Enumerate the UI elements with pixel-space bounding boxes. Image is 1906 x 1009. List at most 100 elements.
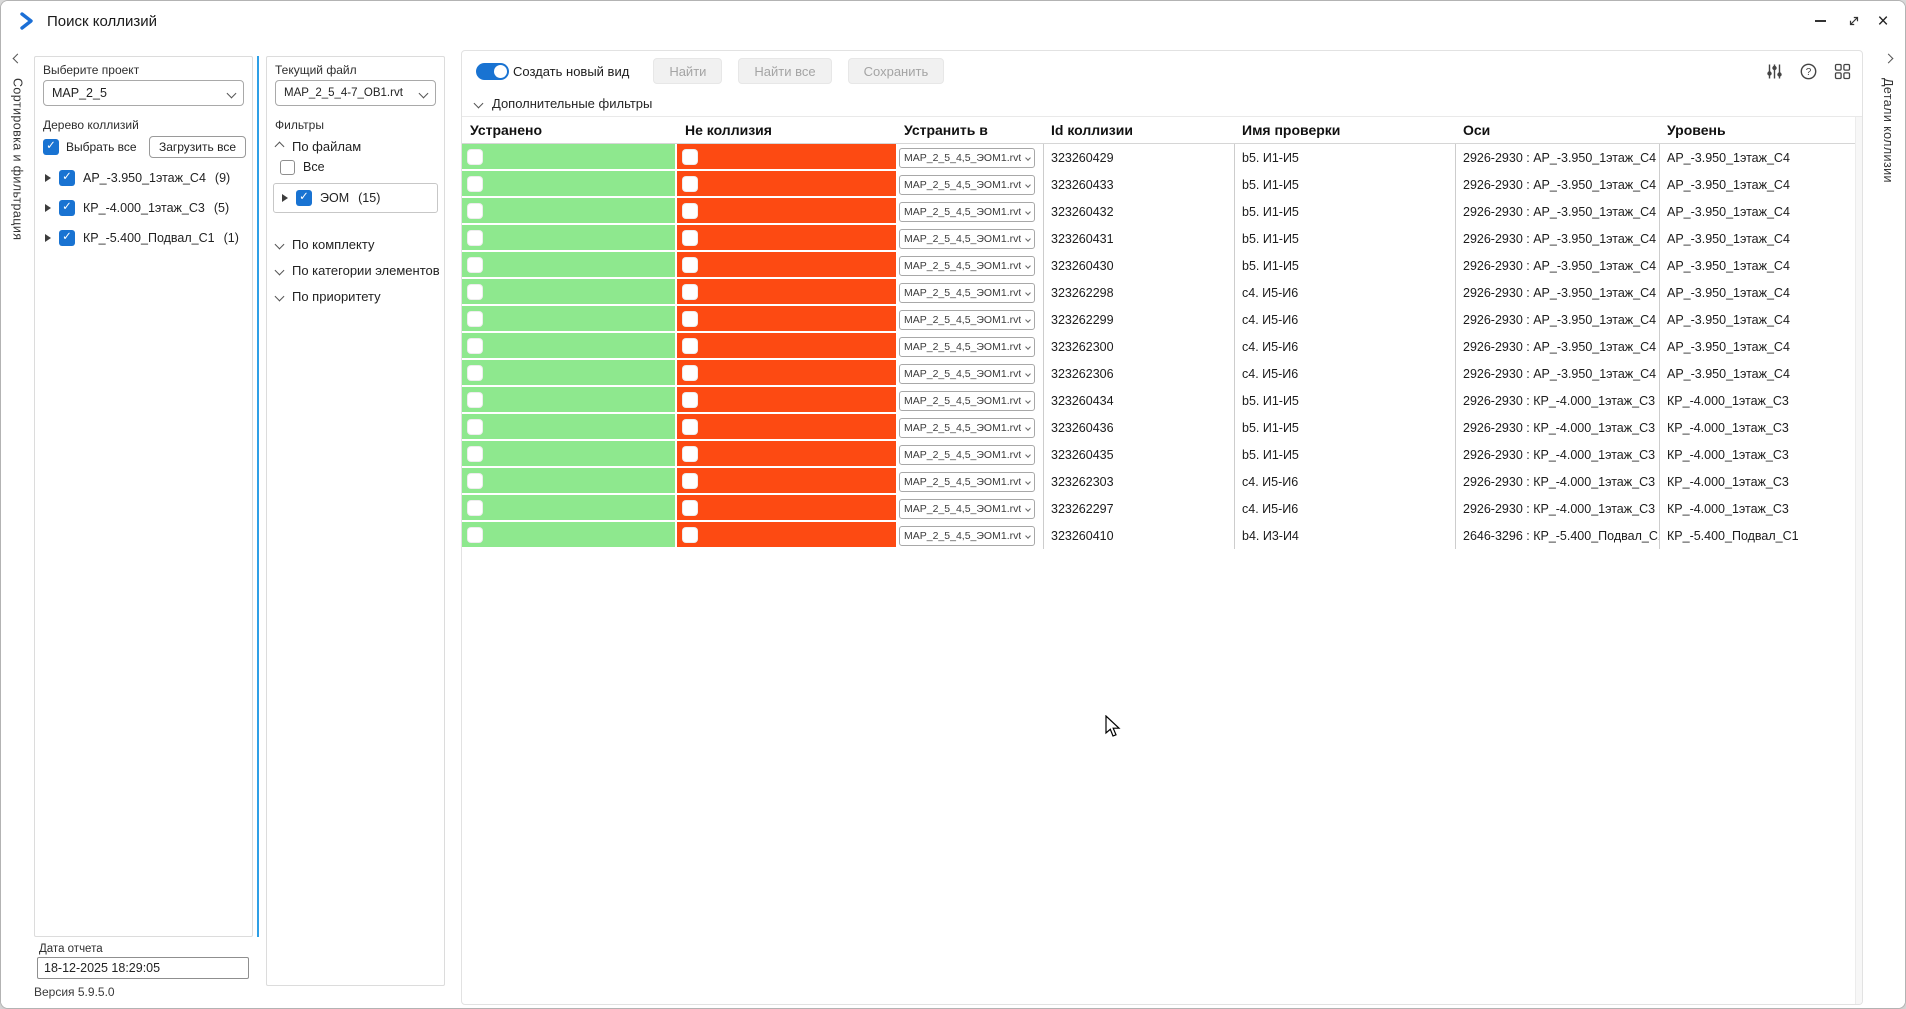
create-view-toggle[interactable]	[476, 62, 509, 80]
resolved-checkbox[interactable]	[467, 418, 483, 435]
fix-in-select[interactable]: MAP_2_5_4,5_ЭОМ1.rvt	[899, 498, 1035, 519]
save-button[interactable]: Сохранить	[847, 58, 945, 84]
fix-in-select[interactable]: MAP_2_5_4,5_ЭОМ1.rvt	[899, 309, 1035, 330]
resolved-checkbox[interactable]	[467, 175, 483, 192]
resolved-checkbox[interactable]	[467, 445, 483, 462]
collision-id-cell[interactable]: 323260429	[1043, 144, 1234, 171]
column-header-axes[interactable]: Оси	[1455, 122, 1659, 138]
tree-item[interactable]: КР_-5.400_Подвал_С1 (1)	[35, 223, 252, 253]
project-select[interactable]: MAP_2_5	[43, 80, 244, 106]
fix-in-select[interactable]: MAP_2_5_4,5_ЭОМ1.rvt	[899, 444, 1035, 465]
resolved-checkbox[interactable]	[467, 229, 483, 246]
collapse-right-icon[interactable]	[1883, 53, 1893, 64]
collision-id-cell[interactable]: 323262297	[1043, 495, 1234, 522]
column-header-resolved[interactable]: Устранено	[462, 122, 677, 138]
panel-splitter[interactable]	[257, 56, 259, 937]
grid-view-icon[interactable]	[1833, 62, 1852, 81]
file-filter-item[interactable]: ЭОМ (15)	[273, 183, 438, 213]
fix-in-select[interactable]: MAP_2_5_4,5_ЭОМ1.rvt	[899, 417, 1035, 438]
all-files-row[interactable]: Все	[267, 157, 444, 177]
fix-in-select[interactable]: MAP_2_5_4,5_ЭОМ1.rvt	[899, 390, 1035, 411]
collision-id-cell[interactable]: 323260436	[1043, 414, 1234, 441]
not-collision-checkbox[interactable]	[682, 418, 698, 435]
collision-id-cell[interactable]: 323262299	[1043, 306, 1234, 333]
column-header-not-collision[interactable]: Не коллизия	[677, 122, 896, 138]
left-rail-label[interactable]: Сортировка и фильтрация	[11, 78, 25, 240]
not-collision-checkbox[interactable]	[682, 148, 698, 165]
vertical-scrollbar[interactable]	[1855, 117, 1862, 1004]
maximize-button[interactable]	[1837, 1, 1871, 41]
collision-id-cell[interactable]: 323262298	[1043, 279, 1234, 306]
close-button[interactable]: ×	[1871, 1, 1905, 41]
fix-in-select[interactable]: MAP_2_5_4,5_ЭОМ1.rvt	[899, 201, 1035, 222]
tree-item-checkbox[interactable]	[59, 230, 75, 246]
not-collision-checkbox[interactable]	[682, 229, 698, 246]
expander-icon[interactable]	[282, 194, 288, 202]
resolved-checkbox[interactable]	[467, 202, 483, 219]
collision-id-cell[interactable]: 323260431	[1043, 225, 1234, 252]
resolved-checkbox[interactable]	[467, 391, 483, 408]
section-by-files[interactable]: По файлам	[267, 135, 444, 157]
not-collision-checkbox[interactable]	[682, 391, 698, 408]
not-collision-checkbox[interactable]	[682, 445, 698, 462]
collision-id-cell[interactable]: 323260434	[1043, 387, 1234, 414]
not-collision-checkbox[interactable]	[682, 202, 698, 219]
section-by-category[interactable]: По категории элементов	[267, 257, 444, 283]
collision-id-cell[interactable]: 323262306	[1043, 360, 1234, 387]
not-collision-checkbox[interactable]	[682, 310, 698, 327]
column-header-fix-in[interactable]: Устранить в	[896, 122, 1043, 138]
fix-in-select[interactable]: MAP_2_5_4,5_ЭОМ1.rvt	[899, 147, 1035, 168]
load-all-button[interactable]: Загрузить все	[148, 136, 246, 158]
collision-id-cell[interactable]: 323260433	[1043, 171, 1234, 198]
resolved-checkbox[interactable]	[467, 337, 483, 354]
column-header-level[interactable]: Уровень	[1659, 122, 1862, 138]
column-header-check-name[interactable]: Имя проверки	[1234, 122, 1455, 138]
fix-in-select[interactable]: MAP_2_5_4,5_ЭОМ1.rvt	[899, 228, 1035, 249]
fix-in-select[interactable]: MAP_2_5_4,5_ЭОМ1.rvt	[899, 255, 1035, 276]
collapse-left-icon[interactable]	[12, 53, 23, 64]
filter-sliders-icon[interactable]	[1765, 62, 1784, 81]
tree-item-checkbox[interactable]	[59, 200, 75, 216]
not-collision-checkbox[interactable]	[682, 283, 698, 300]
collision-id-cell[interactable]: 323260410	[1043, 522, 1234, 549]
not-collision-checkbox[interactable]	[682, 364, 698, 381]
resolved-checkbox[interactable]	[467, 499, 483, 516]
report-date-input[interactable]: 18-12-2025 18:29:05	[37, 957, 249, 979]
file-item-checkbox[interactable]	[296, 190, 312, 206]
not-collision-checkbox[interactable]	[682, 175, 698, 192]
not-collision-checkbox[interactable]	[682, 256, 698, 273]
find-button[interactable]: Найти	[653, 58, 723, 84]
not-collision-checkbox[interactable]	[682, 499, 698, 516]
select-all-checkbox[interactable]	[43, 139, 59, 155]
right-rail-label[interactable]: Детали коллизии	[1881, 78, 1895, 183]
not-collision-checkbox[interactable]	[682, 472, 698, 489]
collision-id-cell[interactable]: 323262300	[1043, 333, 1234, 360]
not-collision-checkbox[interactable]	[682, 526, 698, 543]
fix-in-select[interactable]: MAP_2_5_4,5_ЭОМ1.rvt	[899, 363, 1035, 384]
collision-id-cell[interactable]: 323262303	[1043, 468, 1234, 495]
section-by-set[interactable]: По комплекту	[267, 231, 444, 257]
tree-item[interactable]: КР_-4.000_1этаж_С3 (5)	[35, 193, 252, 223]
resolved-checkbox[interactable]	[467, 310, 483, 327]
all-files-checkbox[interactable]	[280, 159, 295, 175]
expander-icon[interactable]	[45, 234, 51, 242]
help-icon[interactable]: ?	[1799, 62, 1818, 81]
minimize-button[interactable]	[1803, 1, 1837, 41]
resolved-checkbox[interactable]	[467, 472, 483, 489]
column-header-collision-id[interactable]: Id коллизии	[1043, 122, 1234, 138]
current-file-select[interactable]: MAP_2_5_4-7_ОВ1.rvt	[275, 80, 436, 106]
extra-filters-header[interactable]: Дополнительные фильтры	[462, 91, 1862, 117]
find-all-button[interactable]: Найти все	[738, 58, 832, 84]
fix-in-select[interactable]: MAP_2_5_4,5_ЭОМ1.rvt	[899, 336, 1035, 357]
resolved-checkbox[interactable]	[467, 283, 483, 300]
fix-in-select[interactable]: MAP_2_5_4,5_ЭОМ1.rvt	[899, 471, 1035, 492]
fix-in-select[interactable]: MAP_2_5_4,5_ЭОМ1.rvt	[899, 174, 1035, 195]
fix-in-select[interactable]: MAP_2_5_4,5_ЭОМ1.rvt	[899, 525, 1035, 546]
tree-item-checkbox[interactable]	[59, 170, 75, 186]
collision-id-cell[interactable]: 323260435	[1043, 441, 1234, 468]
tree-item[interactable]: АР_-3.950_1этаж_С4 (9)	[35, 163, 252, 193]
expander-icon[interactable]	[45, 204, 51, 212]
not-collision-checkbox[interactable]	[682, 337, 698, 354]
expander-icon[interactable]	[45, 174, 51, 182]
resolved-checkbox[interactable]	[467, 526, 483, 543]
